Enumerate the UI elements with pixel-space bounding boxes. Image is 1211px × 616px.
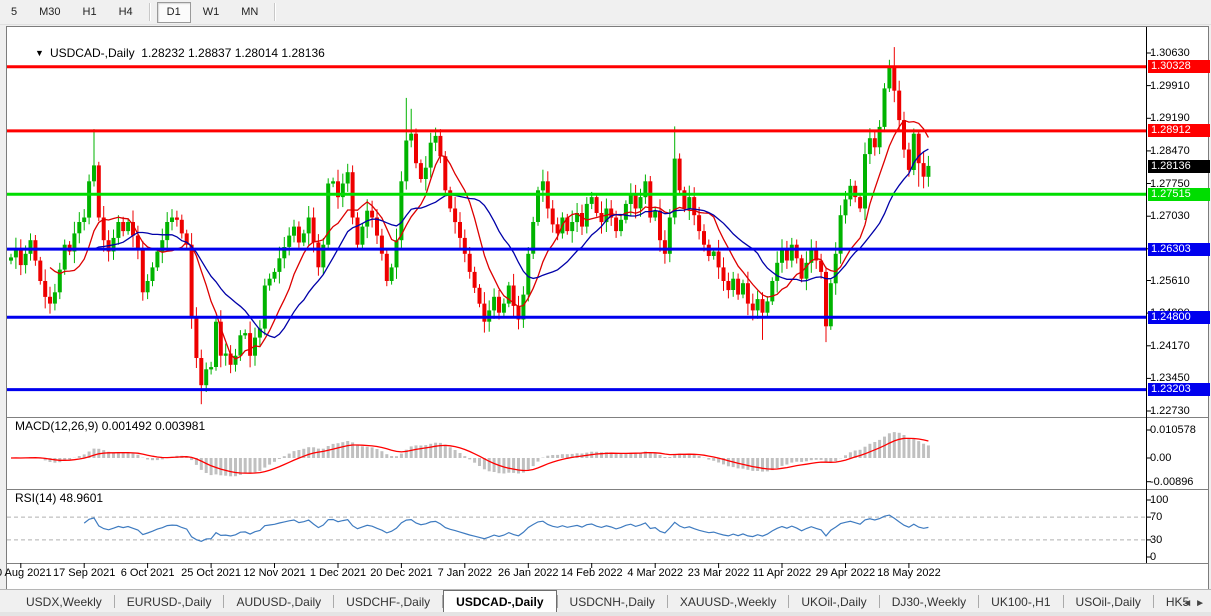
date-tick-label: 1 Dec 2021 — [309, 567, 367, 579]
window-bottom-strip — [0, 612, 1211, 616]
chart-title-symbol: USDCAD-,Daily — [49, 46, 135, 60]
hline-price-badge: 1.28912 — [1148, 124, 1210, 138]
macd-tick-label: 0.00 — [1150, 452, 1172, 464]
timeframe-toolbar: 5 M30 H1 H4 D1 W1 MN — [0, 0, 1211, 25]
date-tick-label: 30 Aug 2021 — [0, 567, 52, 579]
last-price-badge: 1.28136 — [1148, 159, 1210, 173]
date-tick-label: 20 Dec 2021 — [370, 567, 433, 579]
tab-usdchf-daily[interactable]: USDCHF-,Daily — [334, 592, 442, 613]
hline-price-badge: 1.26303 — [1148, 242, 1210, 256]
date-tick-label: 23 Mar 2022 — [687, 567, 750, 579]
chevron-down-icon[interactable]: ▼ — [35, 48, 44, 58]
tab-usdx-weekly[interactable]: USDX,Weekly — [14, 592, 114, 613]
timeframe-button-h1[interactable]: H1 — [73, 2, 107, 23]
macd-label: MACD(12,26,9) 0.001492 0.003981 — [15, 419, 206, 433]
price-tick-label: 1.28470 — [1150, 144, 1190, 157]
date-tick-label: 7 Jan 2022 — [437, 567, 493, 579]
chart-title-ohlc: 1.28232 1.28837 1.28014 1.28136 — [141, 46, 325, 60]
tab-usdcnh-daily[interactable]: USDCNH-,Daily — [558, 592, 667, 613]
timeframe-button-w1[interactable]: W1 — [193, 2, 230, 23]
price-tick-label: 1.29910 — [1150, 79, 1190, 92]
date-tick-label: 11 Apr 2022 — [752, 567, 812, 579]
tab-scroll-left-icon[interactable]: ◄ — [1182, 598, 1195, 609]
macd-tick-label: -0.00896 — [1150, 475, 1194, 488]
macd-tick-label: 0.010578 — [1150, 424, 1196, 436]
hline-price-badge: 1.23203 — [1148, 383, 1210, 397]
timeframe-buttons: 5 M30 H1 H4 D1 W1 MN — [0, 1, 281, 23]
tab-audusd-daily[interactable]: AUDUSD-,Daily — [224, 592, 333, 613]
tab-ukoil-daily[interactable]: UKOil-,Daily — [789, 592, 878, 613]
price-tick-label: 1.30630 — [1150, 47, 1190, 59]
date-tick-label: 25 Oct 2021 — [181, 567, 242, 579]
chart-window: ▼ USDCAD-,Daily 1.28232 1.28837 1.28014 1… — [0, 26, 1210, 590]
hline-price-badge: 1.30328 — [1148, 60, 1210, 74]
chart-tabs: USDX,Weekly EURUSD-,Daily AUDUSD-,Daily USD… — [14, 590, 1201, 613]
hline-price-badge: 1.27515 — [1148, 187, 1210, 201]
timeframe-button-m30[interactable]: M30 — [29, 2, 70, 23]
date-tick-label: 17 Sep 2021 — [52, 567, 116, 579]
toolbar-separator — [274, 3, 277, 21]
timeframe-button-d1[interactable]: D1 — [156, 1, 191, 23]
date-tick-label: 4 Mar 2022 — [627, 567, 683, 579]
chart-tabbar: USDX,Weekly EURUSD-,Daily AUDUSD-,Daily USD… — [0, 589, 1211, 613]
timeframe-button-5[interactable]: 5 — [1, 2, 27, 23]
chart-title: ▼ USDCAD-,Daily 1.28232 1.28837 1.28014 1… — [15, 32, 325, 74]
price-tick-label: 1.27030 — [1150, 210, 1190, 223]
date-tick-label: 6 Oct 2021 — [120, 567, 175, 579]
timeframe-button-mn[interactable]: MN — [231, 2, 268, 23]
tab-uk100-h1[interactable]: UK100-,H1 — [979, 592, 1062, 613]
price-tick-label: 1.25610 — [1150, 274, 1190, 287]
date-tick-label: 18 May 2022 — [877, 567, 941, 579]
date-tick-label: 29 Apr 2022 — [815, 567, 876, 579]
date-tick-label: 12 Nov 2021 — [243, 567, 306, 579]
rsi-tick-label: 70 — [1150, 511, 1163, 524]
tab-xauusd-weekly[interactable]: XAUUSD-,Weekly — [668, 592, 788, 613]
tab-eurusd-daily[interactable]: EURUSD-,Daily — [115, 592, 224, 613]
rsi-tick-label: 100 — [1150, 494, 1169, 506]
tab-usoil-daily[interactable]: USOil-,Daily — [1064, 592, 1153, 613]
tab-usdcad-daily[interactable]: USDCAD-,Daily — [443, 590, 557, 613]
rsi-tick-label: 30 — [1150, 533, 1163, 546]
price-tick-label: 1.24170 — [1150, 339, 1190, 352]
rsi-label: RSI(14) 48.9601 — [15, 491, 104, 505]
price-tick-label: 1.29190 — [1150, 112, 1190, 125]
toolbar-separator — [148, 3, 151, 21]
hline-price-badge: 1.24800 — [1148, 310, 1210, 324]
date-tick-label: 26 Jan 2022 — [497, 567, 559, 579]
mt4-workspace: { "toolbar": { "timeframes": [ {"label":… — [0, 0, 1211, 616]
rsi-tick-label: 0 — [1150, 551, 1157, 563]
tab-dj30-weekly[interactable]: DJ30-,Weekly — [880, 592, 978, 613]
tab-scroll-right-icon[interactable]: ► — [1195, 598, 1208, 609]
chart-canvas[interactable] — [7, 27, 1208, 590]
tab-scroll-arrows[interactable]: ◄► — [1182, 598, 1208, 609]
date-tick-label: 14 Feb 2022 — [560, 567, 623, 579]
price-tick-label: 1.22730 — [1150, 405, 1190, 418]
timeframe-button-h4[interactable]: H4 — [109, 2, 143, 23]
